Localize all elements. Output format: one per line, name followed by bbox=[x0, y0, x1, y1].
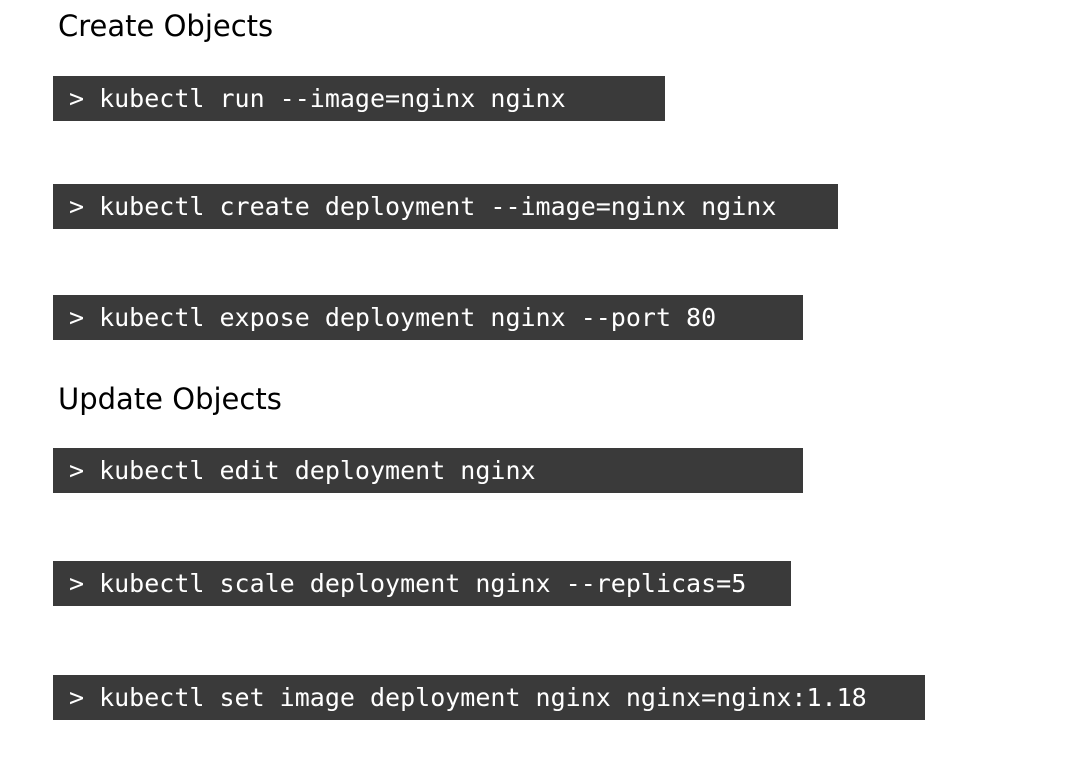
command-text: kubectl run --image=nginx nginx bbox=[99, 84, 566, 113]
command-block-kubectl-create-deployment: > kubectl create deployment --image=ngin… bbox=[53, 184, 838, 229]
command-block-kubectl-set-image: > kubectl set image deployment nginx ngi… bbox=[53, 675, 925, 720]
command-block-kubectl-scale: > kubectl scale deployment nginx --repli… bbox=[53, 561, 791, 606]
prompt-symbol: > bbox=[69, 303, 85, 332]
prompt-symbol: > bbox=[69, 569, 85, 598]
command-text: kubectl create deployment --image=nginx … bbox=[99, 192, 777, 221]
prompt-symbol: > bbox=[69, 683, 85, 712]
command-text: kubectl set image deployment nginx nginx… bbox=[99, 683, 867, 712]
command-text: kubectl edit deployment nginx bbox=[99, 456, 536, 485]
command-text: kubectl expose deployment nginx --port 8… bbox=[99, 303, 717, 332]
prompt-symbol: > bbox=[69, 84, 85, 113]
prompt-symbol: > bbox=[69, 456, 85, 485]
command-block-kubectl-edit: > kubectl edit deployment nginx bbox=[53, 448, 803, 493]
section-heading-create-objects: Create Objects bbox=[58, 9, 274, 43]
prompt-symbol: > bbox=[69, 192, 85, 221]
command-block-kubectl-run: > kubectl run --image=nginx nginx bbox=[53, 76, 665, 121]
section-heading-update-objects: Update Objects bbox=[58, 382, 282, 416]
command-block-kubectl-expose: > kubectl expose deployment nginx --port… bbox=[53, 295, 803, 340]
command-text: kubectl scale deployment nginx --replica… bbox=[99, 569, 747, 598]
